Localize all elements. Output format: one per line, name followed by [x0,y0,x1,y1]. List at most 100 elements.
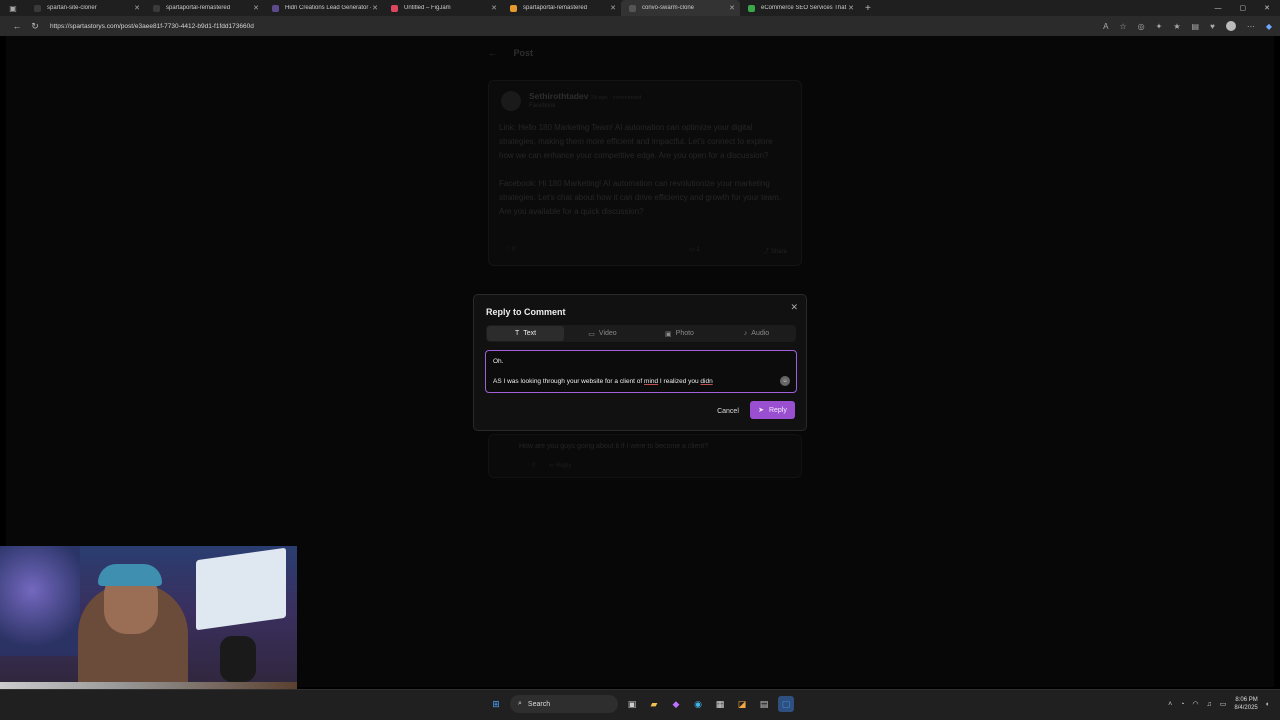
heart-icon: ♡ [505,247,511,253]
copilot-app-icon[interactable]: ◆ [668,696,684,712]
edge-icon[interactable]: ◉ [690,696,706,712]
read-aloud-icon[interactable]: A [1103,22,1108,31]
comment-like-button[interactable]: ♡ 0 [525,462,535,469]
tab-favicon-icon [153,4,160,12]
close-icon[interactable]: ✕ [790,302,798,313]
profile-avatar[interactable] [1225,21,1236,31]
battery-icon[interactable]: ▭ [1220,700,1227,708]
tab-label: spartaportal-remastered [523,5,588,11]
browser-tab[interactable]: Hidn Creations Lead Generator - ✕ [264,0,383,16]
browser-tab[interactable]: spartaportal-remastered ✕ [502,0,621,16]
taskbar: ⊞ ⌕ Search ▣ ▰ ◆ ◉ ▦ ◪ ▤ ▢ ˄ ◔ ◠ ♫ ▭ 8:06… [0,689,1280,720]
extension-icon[interactable]: ◎ [1138,22,1145,31]
tab-close-icon[interactable]: ✕ [490,4,498,12]
copilot-icon[interactable]: ◆ [1266,22,1272,31]
vscode-icon[interactable]: ▢ [778,696,794,712]
favorite-icon[interactable]: ☆ [1120,22,1127,31]
comment-text: How are you guys going about it if I wer… [519,443,709,450]
taskbar-search[interactable]: ⌕ Search [510,695,618,713]
comment-icon: ▭ [689,247,695,253]
collections-icon[interactable]: ▤ [1192,22,1200,31]
post-handle: Facebook [529,103,556,109]
tab-audio[interactable]: ♪ Audio [718,326,795,341]
notifications-icon[interactable]: ◐ [1266,701,1270,708]
comment-reply-label: Reply [556,463,572,469]
reply-button-label: Reply [768,406,787,414]
puzzle-icon[interactable]: ✦ [1156,22,1163,31]
tab-label: Untitled – FigJam [404,5,451,11]
tray-overflow-icon[interactable]: ˄ [1168,701,1172,708]
cancel-button[interactable]: Cancel [712,403,744,419]
post-card: Sethirothtadev 2d ago · commented Facebo… [488,80,802,266]
like-button[interactable]: ♡ 0 [505,246,515,255]
tab-close-icon[interactable]: ✕ [371,4,379,12]
reload-icon[interactable]: ↻ [26,21,44,32]
tab-video[interactable]: ▭ Video [564,326,641,341]
favorites-bar-icon[interactable]: ★ [1173,22,1180,31]
emoji-icon[interactable]: ☺ [780,376,790,386]
tab-label: eCommerce SEO Services That A [761,5,847,11]
app-icon[interactable]: ◪ [734,696,750,712]
new-tab-icon[interactable]: + [859,3,871,14]
task-view-icon[interactable]: ▣ [624,696,640,712]
start-icon[interactable]: ⊞ [488,696,504,712]
post-paragraph: Facebook: Hi 180 Marketing! AI automatio… [499,179,781,216]
reply-button[interactable]: ➤ Reply [750,401,795,419]
browser-essentials-icon[interactable]: ♥ [1210,22,1215,31]
clock[interactable]: 8:06 PM 8/4/2025 [1234,696,1257,712]
tab-close-icon[interactable]: ✕ [609,4,617,12]
post-paragraph: Link: Hello 180 Marketing Team! AI autom… [499,123,773,160]
back-icon[interactable]: ← [8,21,26,31]
maximize-icon[interactable]: ▢ [1240,4,1247,12]
reply-type-tabs: T Text ▭ Video ▣ Photo ♪ Audio [486,325,796,342]
search-icon: ⌕ [518,700,522,707]
tab-close-icon[interactable]: ✕ [847,4,855,12]
send-icon: ➤ [758,407,764,414]
network-icon[interactable]: ◔ [1180,701,1184,708]
minimize-icon[interactable]: — [1215,5,1222,12]
browser-tab[interactable]: Untitled – FigJam ✕ [383,0,502,16]
tab-photo[interactable]: ▣ Photo [641,326,718,341]
browser-tab[interactable]: eCommerce SEO Services That A ✕ [740,0,859,16]
file-explorer-icon[interactable]: ▰ [646,696,662,712]
window-controls: — ▢ ✕ [1215,0,1271,16]
tab-close-icon[interactable]: ✕ [728,4,736,12]
wifi-icon[interactable]: ◠ [1192,700,1198,708]
tab-close-icon[interactable]: ✕ [133,4,141,12]
audio-icon: ♪ [743,330,748,337]
tab-label: spartaportal-remastered [166,5,231,11]
browser-tab-bar: ▣ spartan-site-cloner ✕ spartaportal-remas… [0,0,1280,16]
more-icon[interactable]: ⋯ [1247,22,1255,31]
speaker-icon[interactable]: ♫ [1207,701,1212,708]
author-name: Sethirothtadev [529,91,589,101]
close-window-icon[interactable]: ✕ [1264,4,1270,12]
comment-reply-button[interactable]: ↩ Reply [549,462,571,469]
browser-tab[interactable]: spartaportal-remastered ✕ [145,0,264,16]
reply-modal: Reply to Comment ✕ T Text ▭ Video ▣ Photo ♪ Aud… [473,294,807,431]
tab-favicon-icon [629,4,636,12]
comment-actions: ♡ 0 ↩ Reply [525,462,571,469]
share-button[interactable]: ⤴ Share [763,246,787,255]
tab-close-icon[interactable]: ✕ [252,4,260,12]
reply-text-segment: I realized you [658,378,701,385]
webcam-hat [98,564,162,586]
store-icon[interactable]: ▦ [712,696,728,712]
url-field[interactable]: https://spartastorys.com/post/e3aee81f-7… [50,23,1103,30]
comment-button[interactable]: ▭ 1 [689,246,700,255]
author-note: 2d ago · commented [590,95,642,101]
browser-tab[interactable]: convo-swarm-clone ✕ [621,0,740,16]
tab-text[interactable]: T Text [487,326,564,341]
comment-like-count: 0 [532,463,536,469]
post-actions: ♡ 0 ▭ 1 ⤴ Share [505,246,787,255]
reply-textarea[interactable]: Oh. AS I was looking through your websit… [485,350,797,393]
back-arrow-icon[interactable]: ← [488,48,497,58]
post-author[interactable]: Sethirothtadev 2d ago · commented [529,91,641,101]
browser-tab[interactable]: spartan-site-cloner ✕ [26,0,145,16]
terminal-icon[interactable]: ▤ [756,696,772,712]
tab-actions-icon[interactable]: ▣ [0,0,26,16]
tab-label: convo-swarm-clone [642,5,695,11]
tab-label: Hidn Creations Lead Generator - [285,5,371,11]
text-icon: T [514,330,520,337]
reply-line: Oh. [493,358,504,365]
webcam-light [0,546,80,656]
